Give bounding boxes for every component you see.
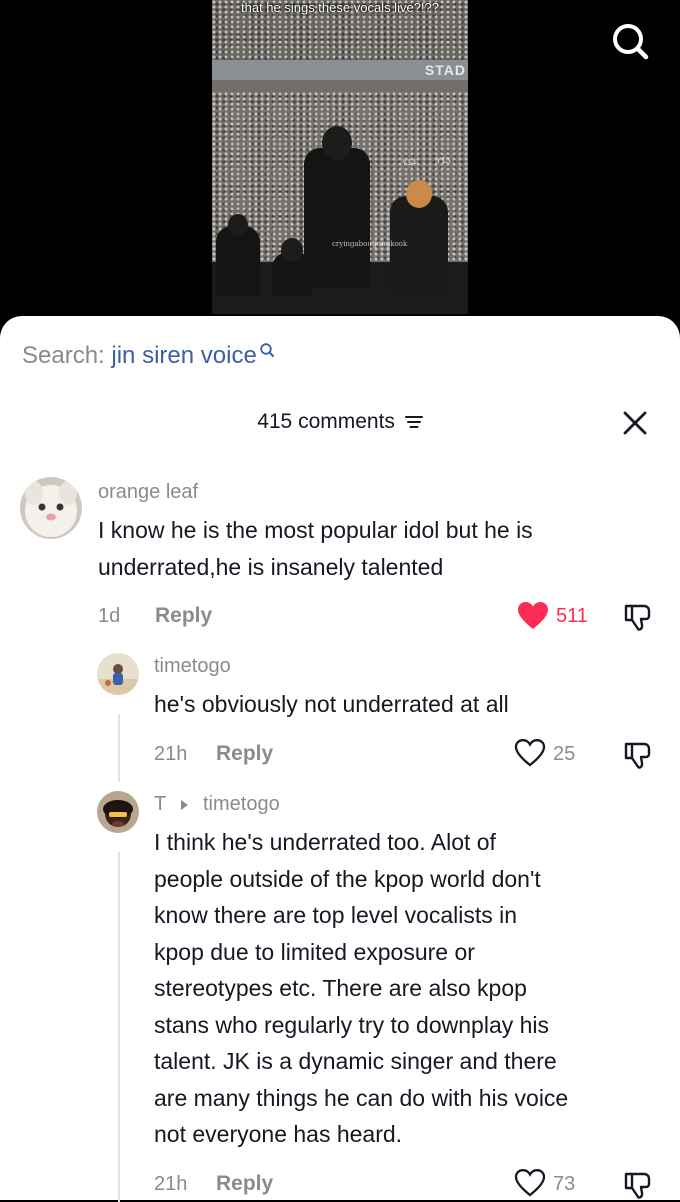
comment-text-line: underrated,he is insanely talented	[98, 553, 444, 580]
comment-text: I think he's underrated too. Alot of peo…	[154, 824, 568, 1153]
reply-button[interactable]: Reply	[155, 604, 212, 628]
comment-username: T timetogo	[154, 793, 280, 816]
performer-main	[304, 126, 370, 288]
comment-text: I know he is the most popular idol but h…	[98, 512, 533, 585]
search-suggestion[interactable]: Search: jin siren voice	[22, 342, 275, 370]
seat-label: Y14	[402, 158, 417, 167]
comment-text-line: stereotypes etc. There are also kpop	[154, 975, 527, 1001]
stadium-banner-text: STAD	[424, 62, 466, 78]
like-count: 25	[553, 743, 576, 765]
reply-button[interactable]: Reply	[216, 1172, 273, 1196]
like-count: 511	[556, 605, 588, 627]
search-icon	[613, 24, 649, 60]
search-prefix: Search:	[22, 342, 112, 369]
caret-right-icon	[181, 799, 189, 810]
avatar[interactable]	[97, 653, 139, 695]
video-watermark: cryingaboutjungkook	[332, 240, 408, 248]
comment-text-line: he's obviously not underrated at all	[154, 691, 509, 717]
dislike-icon[interactable]	[623, 740, 653, 770]
avatar[interactable]	[97, 791, 139, 833]
close-button[interactable]	[620, 408, 650, 438]
comment-time: 21h	[154, 1173, 188, 1195]
comment-text-line: I know he is the most popular idol but h…	[98, 517, 533, 543]
performer	[216, 214, 260, 296]
video-caption: that he sings these vocals live?!??	[240, 0, 439, 15]
comment-text-line: are many things he can do with his voice	[154, 1084, 569, 1111]
search-button[interactable]	[608, 20, 652, 64]
comment-username[interactable]: timetogo	[154, 655, 231, 678]
comments-header: 415 comments	[0, 410, 680, 434]
heart-icon[interactable]	[517, 601, 549, 631]
comment-username[interactable]: orange leaf	[98, 481, 198, 504]
comment-text-line: stans who regularly try to downplay his	[154, 1011, 550, 1038]
search-icon	[260, 343, 274, 357]
thread-line	[118, 714, 120, 782]
comment-text-line: not everyone has heard.	[154, 1121, 403, 1147]
performer	[272, 238, 312, 296]
comment-text: he's obviously not underrated at all	[154, 686, 509, 723]
comment-count: 415 comments	[257, 410, 395, 433]
search-query-link[interactable]: jin siren voice	[111, 342, 256, 369]
video-frame[interactable]: STAD Y14 Y13 cryingaboutjungkook	[212, 0, 468, 314]
comment-text-line: talent. JK is a dynamic singer and there	[154, 1048, 557, 1074]
thread-line	[118, 852, 120, 1202]
reply-button[interactable]: Reply	[216, 742, 273, 766]
comment-username[interactable]: T	[154, 793, 166, 815]
avatar[interactable]	[20, 477, 82, 539]
heart-icon[interactable]	[514, 1168, 546, 1198]
close-icon	[623, 411, 647, 435]
reply-to-username[interactable]: timetogo	[203, 793, 280, 815]
sort-icon[interactable]	[404, 414, 423, 430]
comment-text-line: kpop due to limited exposure or	[154, 938, 475, 965]
heart-icon[interactable]	[514, 738, 546, 768]
comment-text-line: people outside of the kpop world don't	[154, 865, 541, 892]
dislike-icon[interactable]	[623, 602, 653, 632]
seat-label: Y13	[436, 156, 451, 165]
comment-time: 21h	[154, 743, 188, 765]
comment-text-line: know there are top level vocalists in	[154, 902, 518, 928]
video-area[interactable]: STAD Y14 Y13 cryingaboutjungkook that he…	[0, 0, 680, 330]
dislike-icon[interactable]	[623, 1170, 653, 1200]
like-count: 73	[553, 1173, 576, 1195]
comment-text-line: I think he's underrated too. Alot of	[154, 829, 496, 855]
comment-time: 1d	[98, 605, 121, 627]
comments-sheet: Search: jin siren voice 415 comments ora…	[0, 316, 680, 1202]
